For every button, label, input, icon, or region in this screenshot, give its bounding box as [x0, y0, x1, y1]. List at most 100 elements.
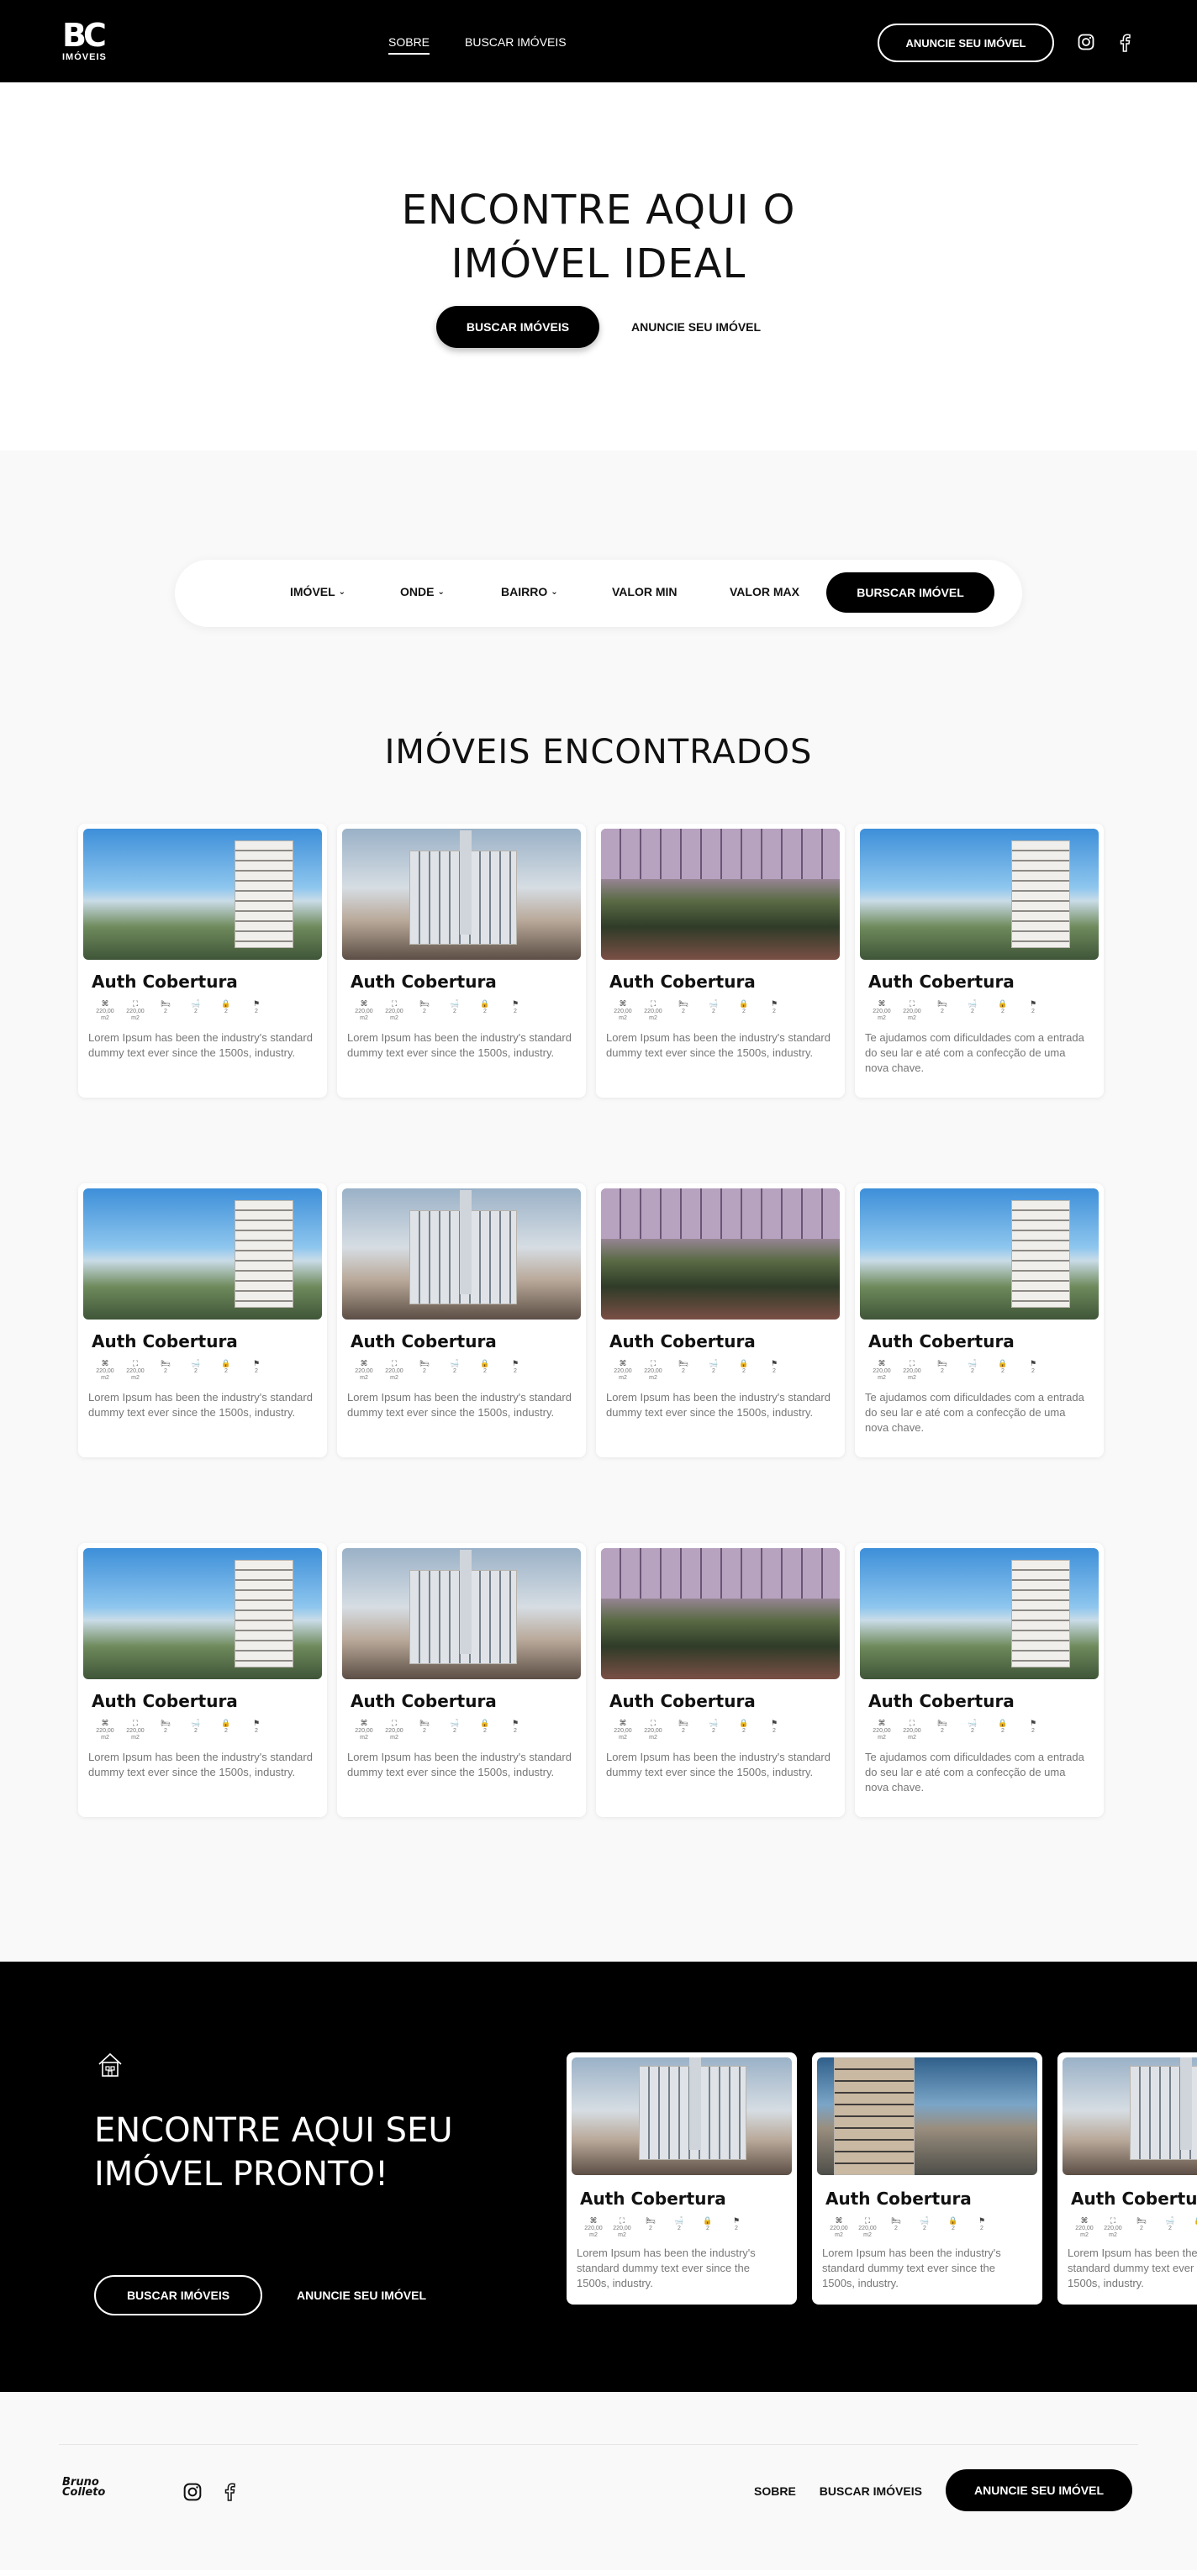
footer-anuncie-button[interactable]: ANUNCIE SEU IMÓVEL	[946, 2469, 1132, 2511]
property-image[interactable]	[342, 829, 581, 960]
property-title[interactable]: Auth Cobertura	[580, 2189, 792, 2209]
property-card[interactable]: Auth Cobertura⌘220,00 m2⛶220,00 m2🛏2🛁2🔒2…	[1057, 2052, 1197, 2305]
bath-icon: 🛁	[920, 2216, 930, 2225]
property-image[interactable]	[83, 1188, 322, 1320]
property-card[interactable]: Auth Cobertura⌘220,00 m2⛶220,00 m2🛏2🛁2🔒2…	[337, 1183, 586, 1457]
property-image[interactable]	[342, 1548, 581, 1679]
property-image[interactable]	[601, 1548, 840, 1679]
property-spec: 🛏 2	[673, 1000, 693, 1022]
spec-value: 2	[423, 1728, 426, 1734]
property-card[interactable]: Auth Cobertura⌘220,00 m2⛶220,00 m2🛏2🛁2🔒2…	[78, 1183, 327, 1457]
property-title[interactable]: Auth Cobertura	[609, 1691, 840, 1711]
size-icon: ⛶	[132, 1359, 139, 1367]
facebook-icon[interactable]	[224, 2483, 235, 2505]
property-title[interactable]: Auth Cobertura	[351, 1691, 581, 1711]
property-spec: 🛁 2	[186, 1720, 206, 1741]
promo-buscar-button[interactable]: BUSCAR IMÓVEIS	[94, 2275, 262, 2315]
hero-anuncie-link[interactable]: ANUNCIE SEU IMÓVEL	[631, 320, 761, 334]
property-title[interactable]: Auth Cobertura	[1071, 2189, 1197, 2209]
property-card[interactable]: Auth Cobertura⌘220,00 m2⛶220,00 m2🛏2🛁2🔒2…	[596, 824, 845, 1098]
spec-value: 2	[453, 1009, 456, 1014]
property-spec: ⌘ 220,00 m2	[872, 1360, 892, 1382]
property-image[interactable]	[860, 1188, 1099, 1320]
property-image[interactable]	[817, 2057, 1037, 2175]
property-card[interactable]: Auth Cobertura⌘220,00 m2⛶220,00 m2🛏2🛁2🔒2…	[596, 1543, 845, 1817]
property-image[interactable]	[860, 829, 1099, 960]
filter-valor-max[interactable]: VALOR MAX	[730, 585, 799, 598]
property-image[interactable]	[860, 1548, 1099, 1679]
property-card[interactable]: Auth Cobertura⌘220,00 m2⛶220,00 m2🛏2🛁2🔒2…	[855, 1543, 1104, 1817]
property-spec: 🔒2	[1189, 2217, 1197, 2239]
property-card[interactable]: Auth Cobertura⌘220,00 m2⛶220,00 m2🛏2🛁2🔒2…	[812, 2052, 1042, 2305]
spec-value: 2	[483, 1728, 487, 1734]
property-title[interactable]: Auth Cobertura	[92, 1331, 322, 1351]
property-title[interactable]: Auth Cobertura	[609, 972, 840, 992]
property-card[interactable]: Auth Cobertura⌘220,00 m2⛶220,00 m2🛏2🛁2🔒2…	[337, 1543, 586, 1817]
filter-onde[interactable]: ONDE ⌄	[400, 585, 445, 598]
property-image[interactable]	[572, 2057, 792, 2175]
instagram-icon[interactable]	[183, 2483, 202, 2505]
property-card[interactable]: Auth Cobertura⌘220,00 m2⛶220,00 m2🛏2🛁2🔒2…	[596, 1183, 845, 1457]
property-card[interactable]: Auth Cobertura ⌘220,00 m2⛶220,00 m2🛏2🛁2🔒2…	[78, 824, 327, 1098]
property-spec: 🔒2	[734, 1360, 754, 1382]
property-title[interactable]: Auth Cobertura	[351, 1331, 581, 1351]
nav-link-sobre[interactable]: SOBRE	[388, 35, 430, 55]
property-spec: 🛁 2	[962, 1720, 983, 1741]
property-title[interactable]: Auth Cobertura	[92, 1691, 322, 1711]
building-tower-shape	[1180, 2057, 1192, 2150]
property-spec: ⚑ 2	[726, 2217, 746, 2239]
footer-link-buscar-imoveis[interactable]: BUSCAR IMÓVEIS	[820, 2484, 922, 2498]
property-image[interactable]	[601, 829, 840, 960]
property-spec: 🔒2	[475, 1000, 495, 1022]
property-image[interactable]	[342, 1188, 581, 1320]
spec-value: 220,00 m2	[614, 1009, 632, 1021]
facebook-icon[interactable]	[1119, 34, 1131, 56]
property-title[interactable]: Auth Cobertura	[868, 1691, 1099, 1711]
spec-value: 2	[742, 1368, 746, 1374]
lock-icon: 🔒	[998, 999, 1008, 1008]
property-spec: 🔒2	[216, 1720, 236, 1741]
property-description: Te ajudamos com dificuldades com a entra…	[865, 1391, 1084, 1434]
property-title[interactable]: Auth Cobertura	[351, 972, 581, 992]
property-spec: 🛁 2	[915, 2217, 935, 2239]
footer-link-sobre[interactable]: SOBRE	[754, 2484, 796, 2498]
property-title[interactable]: Auth Cobertura	[609, 1331, 840, 1351]
brand-logo[interactable]: BC IMÓVEIS	[62, 19, 121, 62]
header-anuncie-button[interactable]: ANUNCIE SEU IMÓVEL	[878, 24, 1054, 62]
property-title[interactable]: Auth Cobertura	[825, 2189, 1037, 2209]
property-card[interactable]: Auth Cobertura⌘220,00 m2⛶220,00 m2🛏2🛁2🔒2…	[855, 1183, 1104, 1457]
spec-value: 2	[1168, 2226, 1172, 2231]
property-spec: ⚑ 2	[764, 1720, 784, 1741]
nav-link-buscar-imoveis[interactable]: BUSCAR IMÓVEIS	[465, 35, 567, 55]
filter-imovel[interactable]: IMÓVEL ⌄	[290, 585, 345, 598]
spec-value: 220,00 m2	[385, 1368, 403, 1381]
property-title[interactable]: Auth Cobertura	[92, 972, 322, 992]
promo-anuncie-link[interactable]: ANUNCIE SEU IMÓVEL	[297, 2289, 426, 2302]
search-button[interactable]: BURSCAR IMÓVEL	[826, 572, 994, 613]
filter-bairro[interactable]: BAIRRO ⌄	[501, 585, 558, 598]
property-image[interactable]	[1063, 2057, 1197, 2175]
property-spec: ⛶ 220,00 m2	[643, 1720, 663, 1741]
spec-value: 2	[682, 1368, 685, 1374]
property-specs: ⌘220,00 m2⛶220,00 m2🛏2🛁2🔒2⚑2	[95, 1000, 322, 1022]
property-spec: 🛏 2	[156, 1360, 176, 1382]
filter-valor-min[interactable]: VALOR MIN	[612, 585, 678, 598]
property-card[interactable]: Auth Cobertura⌘220,00 m2⛶220,00 m2🛏2🛁2🔒2…	[337, 824, 586, 1098]
property-description: Lorem Ipsum has been the industry's stan…	[347, 1031, 572, 1059]
hero-buscar-button[interactable]: BUSCAR IMÓVEIS	[435, 306, 600, 348]
instagram-icon[interactable]	[1078, 34, 1094, 55]
property-image[interactable]	[83, 1548, 322, 1679]
property-card[interactable]: Auth Cobertura⌘220,00 m2⛶220,00 m2🛏2🛁2🔒2…	[855, 824, 1104, 1098]
site-footer: Bruno Colleto SOBRE BUSCAR IMÓVEIS ANUNC…	[0, 2392, 1197, 2570]
property-image[interactable]	[601, 1188, 840, 1320]
property-title[interactable]: Auth Cobertura	[868, 972, 1099, 992]
property-image[interactable]	[83, 829, 322, 960]
property-title[interactable]: Auth Cobertura	[868, 1331, 1099, 1351]
property-card[interactable]: Auth Cobertura⌘220,00 m2⛶220,00 m2🛏2🛁2🔒2…	[567, 2052, 797, 2305]
building-shape	[1011, 840, 1070, 948]
footer-logo[interactable]: Bruno Colleto	[62, 2477, 105, 2498]
area-icon: ⌘	[101, 1359, 109, 1367]
property-card[interactable]: Auth Cobertura⌘220,00 m2⛶220,00 m2🛏2🛁2🔒2…	[78, 1543, 327, 1817]
lock-icon: 🔒	[221, 1719, 231, 1727]
property-description: Lorem Ipsum has been the industry's stan…	[347, 1391, 572, 1419]
